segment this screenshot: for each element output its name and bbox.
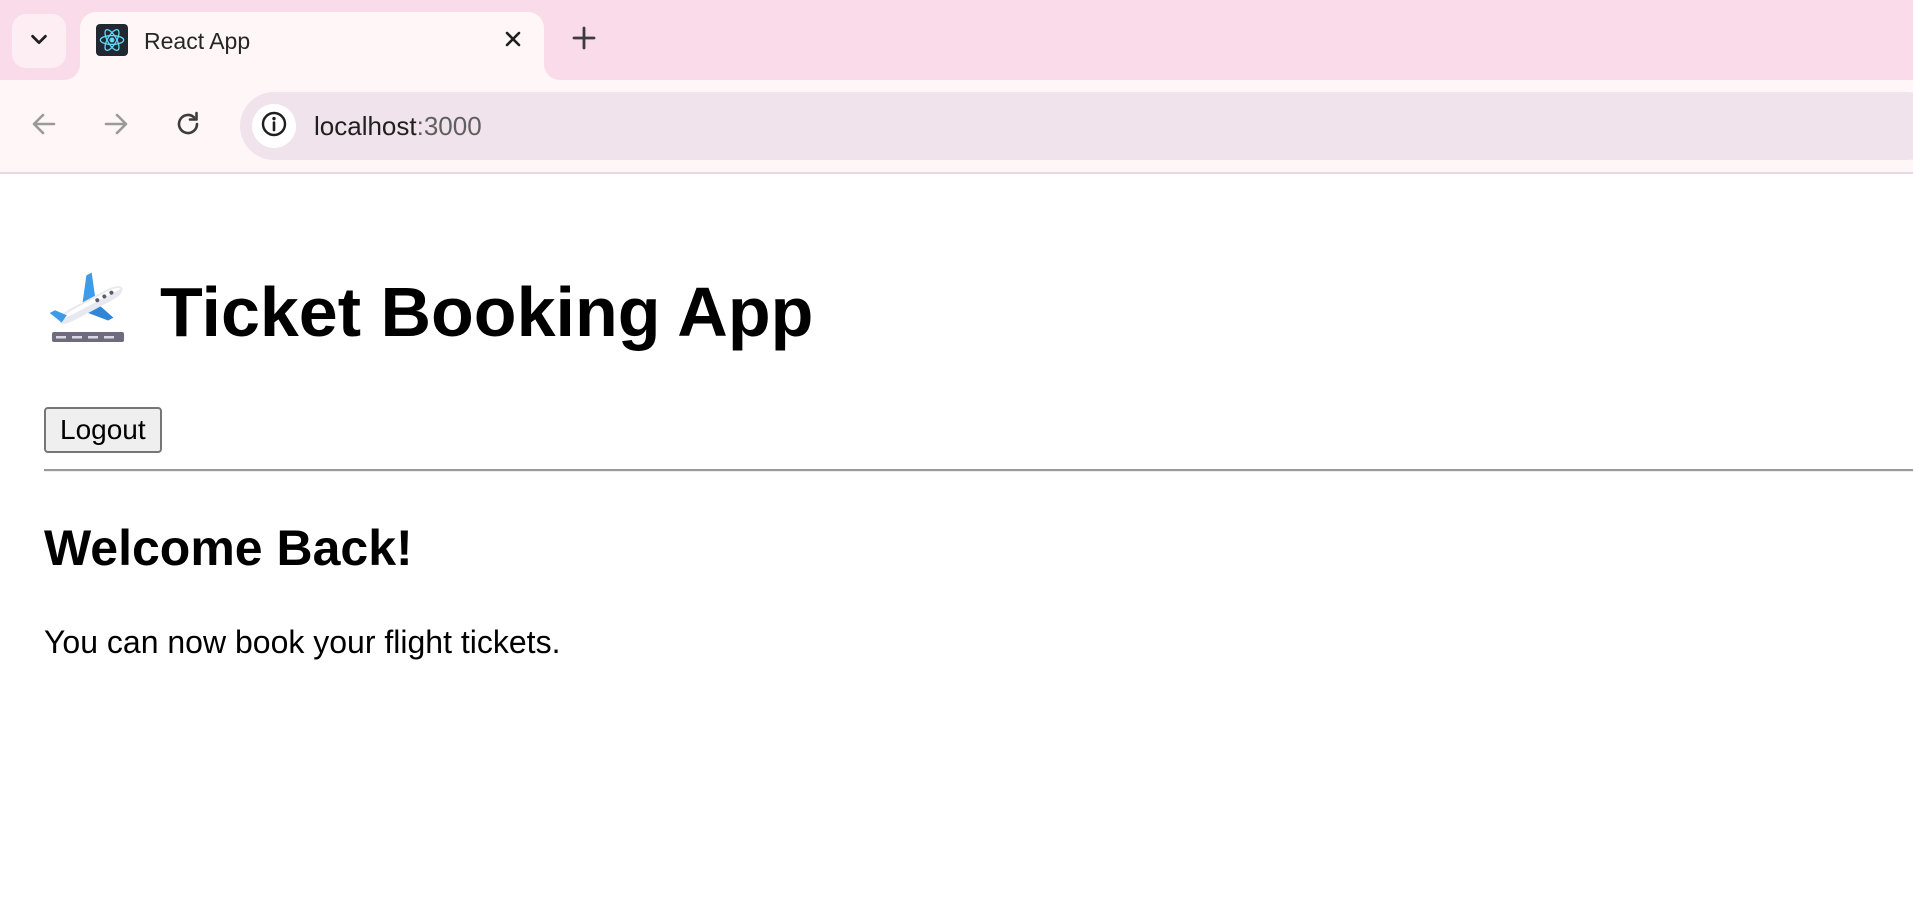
tab-search-button[interactable] bbox=[12, 14, 66, 68]
site-info-button[interactable] bbox=[252, 104, 296, 148]
close-tab-button[interactable] bbox=[498, 26, 528, 56]
browser-toolbar: localhost:3000 bbox=[0, 80, 1913, 174]
tab-title: React App bbox=[144, 28, 251, 54]
close-icon bbox=[503, 29, 523, 54]
arrow-right-icon bbox=[102, 110, 130, 143]
arrow-left-icon bbox=[30, 110, 58, 143]
new-tab-button[interactable] bbox=[562, 18, 606, 62]
react-logo-icon bbox=[96, 24, 128, 56]
address-bar[interactable]: localhost:3000 bbox=[240, 92, 1913, 160]
airplane-departure-icon bbox=[44, 272, 132, 352]
reload-button[interactable] bbox=[164, 102, 212, 150]
logout-button[interactable]: Logout bbox=[44, 407, 162, 453]
welcome-heading: Welcome Back! bbox=[44, 520, 413, 576]
reload-icon bbox=[174, 110, 202, 143]
forward-button[interactable] bbox=[92, 102, 140, 150]
plus-icon bbox=[571, 25, 597, 56]
url-text[interactable]: localhost:3000 bbox=[314, 112, 482, 140]
page-heading-text: Ticket Booking App bbox=[160, 273, 814, 351]
info-icon bbox=[260, 110, 288, 143]
divider bbox=[44, 469, 1913, 472]
welcome-message: You can now book your flight tickets. bbox=[44, 624, 561, 660]
back-button[interactable] bbox=[20, 102, 68, 150]
url-port: :3000 bbox=[416, 111, 482, 141]
url-host: localhost bbox=[314, 111, 417, 141]
browser-window: React App localhost:3000 Ticket Booking … bbox=[0, 0, 1913, 916]
tab-react-app[interactable]: React App bbox=[80, 12, 544, 80]
page-title: Ticket Booking App bbox=[44, 272, 813, 352]
tab-strip: React App bbox=[0, 0, 1913, 80]
chevron-down-icon bbox=[28, 28, 50, 55]
page-content: Ticket Booking App Logout Welcome Back! … bbox=[0, 174, 1913, 916]
